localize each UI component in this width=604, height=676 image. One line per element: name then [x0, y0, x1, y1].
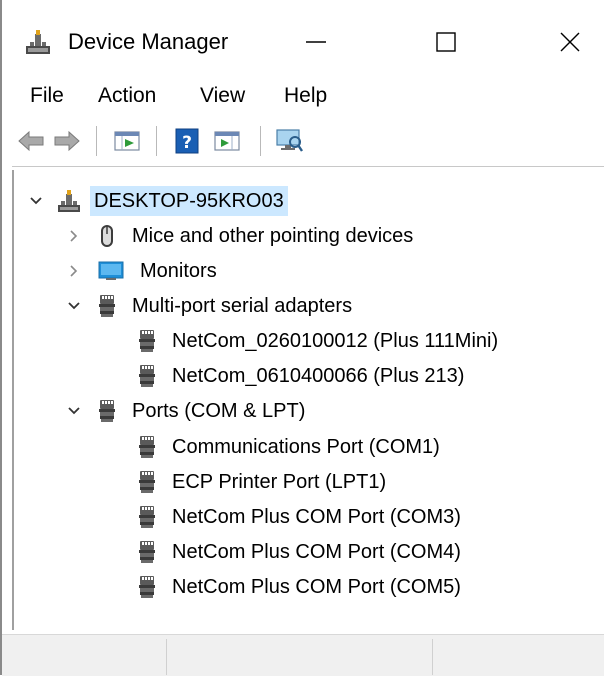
window-title: Device Manager	[68, 29, 229, 54]
tree-category-label: Mice and other pointing devices	[132, 225, 414, 247]
tree-device[interactable]: NetCom_0610400066 (Plus 213)	[134, 359, 468, 393]
chevron-down-icon[interactable]	[66, 298, 82, 314]
tree-category-label: Multi-port serial adapters	[132, 295, 353, 317]
tree-device-label: NetCom Plus COM Port (COM3)	[172, 506, 461, 528]
port-icon	[134, 504, 160, 530]
tree-category-ports[interactable]: Ports (COM & LPT)	[66, 394, 309, 428]
port-icon	[134, 363, 160, 389]
chevron-right-icon[interactable]	[66, 228, 82, 244]
toolbar: ?	[2, 120, 604, 164]
menu-bar: File Action View Help	[2, 78, 604, 114]
tree-category-multiport[interactable]: Multi-port serial adapters	[66, 289, 356, 323]
tree-device-label: NetCom_0260100012 (Plus 111Mini)	[172, 330, 499, 352]
menu-help[interactable]: Help	[284, 80, 327, 112]
toolbar-separator	[96, 126, 97, 156]
chevron-down-icon[interactable]	[66, 403, 82, 419]
menu-view[interactable]: View	[200, 80, 245, 112]
tree-device[interactable]: NetCom Plus COM Port (COM4)	[134, 535, 465, 569]
tree-device-label: Communications Port (COM1)	[172, 436, 440, 458]
toolbar-separator	[156, 126, 157, 156]
help-icon[interactable]: ?	[172, 126, 202, 156]
close-button[interactable]	[542, 14, 598, 70]
tree-device[interactable]: NetCom Plus COM Port (COM5)	[134, 570, 465, 604]
port-icon	[134, 469, 160, 495]
chevron-down-icon[interactable]	[28, 193, 44, 209]
status-bar	[2, 634, 604, 676]
tree-device[interactable]: Communications Port (COM1)	[134, 430, 444, 464]
device-manager-window: Device Manager File Action View Help ? D…	[0, 0, 604, 676]
close-icon	[560, 32, 580, 52]
port-icon	[94, 398, 120, 424]
port-icon	[134, 539, 160, 565]
tree-category-monitors[interactable]: Monitors	[66, 254, 221, 288]
menu-action[interactable]: Action	[98, 80, 156, 112]
forward-arrow-icon[interactable]	[52, 126, 82, 156]
tree-root-label: DESKTOP-95KRO03	[90, 186, 288, 216]
status-divider	[166, 639, 167, 675]
tree-device[interactable]: NetCom Plus COM Port (COM3)	[134, 500, 465, 534]
device-tree[interactable]: DESKTOP-95KRO03 Mice and other pointing …	[12, 170, 604, 630]
toolbar-separator	[260, 126, 261, 156]
tree-device[interactable]: NetCom_0260100012 (Plus 111Mini)	[134, 324, 502, 358]
maximize-button[interactable]	[418, 14, 474, 70]
tree-device-label: NetCom Plus COM Port (COM5)	[172, 576, 461, 598]
toolbar-divider	[12, 166, 604, 167]
minimize-icon	[306, 41, 326, 43]
status-divider	[432, 639, 433, 675]
port-icon	[134, 434, 160, 460]
back-arrow-icon[interactable]	[16, 126, 46, 156]
minimize-button[interactable]	[288, 14, 344, 70]
svg-text:?: ?	[182, 133, 192, 153]
chevron-right-icon[interactable]	[66, 263, 82, 279]
scan-hardware-icon[interactable]	[274, 126, 304, 156]
port-icon	[134, 328, 160, 354]
computer-icon	[58, 190, 80, 212]
tree-root[interactable]: DESKTOP-95KRO03	[28, 184, 288, 218]
tree-device-label: NetCom_0610400066 (Plus 213)	[172, 365, 465, 387]
maximize-icon	[436, 32, 456, 52]
menu-file[interactable]: File	[30, 80, 64, 112]
tree-device[interactable]: ECP Printer Port (LPT1)	[134, 465, 390, 499]
action-pane-icon[interactable]	[212, 126, 242, 156]
tree-category-label: Ports (COM & LPT)	[132, 400, 306, 422]
port-icon	[134, 574, 160, 600]
tree-category-label: Monitors	[140, 260, 217, 282]
port-icon	[94, 293, 120, 319]
title-bar[interactable]: Device Manager	[2, 0, 604, 86]
tree-device-label: ECP Printer Port (LPT1)	[172, 471, 387, 493]
device-manager-icon	[26, 30, 50, 54]
tree-device-label: NetCom Plus COM Port (COM4)	[172, 541, 461, 563]
properties-icon[interactable]	[112, 126, 142, 156]
mouse-icon	[101, 225, 113, 247]
monitor-icon	[98, 261, 124, 280]
tree-category-mice[interactable]: Mice and other pointing devices	[66, 219, 417, 253]
